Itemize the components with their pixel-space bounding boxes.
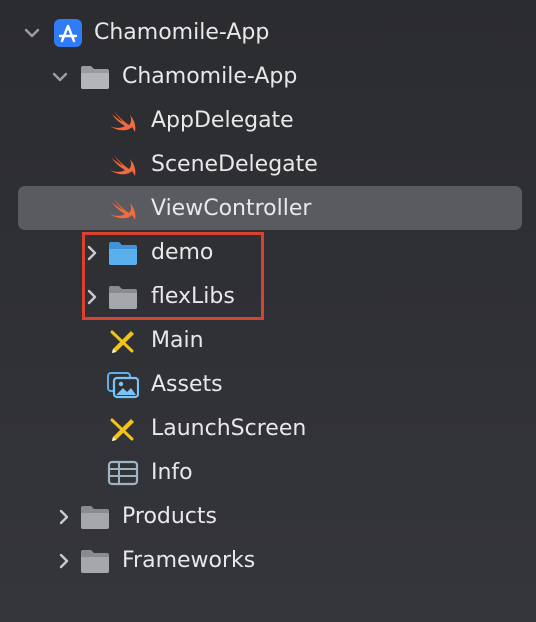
- resource-label: Assets: [151, 372, 223, 397]
- group-main-label: Chamomile-App: [122, 64, 298, 89]
- xcode-project-icon: [54, 19, 82, 47]
- chevron-right-icon[interactable]: [54, 551, 74, 571]
- file-label: SceneDelegate: [151, 152, 318, 177]
- tree-row-info[interactable]: Info: [0, 451, 536, 495]
- folder-label: flexLibs: [151, 284, 235, 309]
- file-label: AppDelegate: [151, 108, 294, 133]
- swift-icon: [110, 155, 136, 176]
- folder-icon: [81, 550, 109, 573]
- chevron-right-icon[interactable]: [82, 243, 102, 263]
- tree-row-flexlibs[interactable]: flexLibs: [0, 275, 536, 319]
- folder-icon: [81, 66, 109, 89]
- folder-icon: [109, 242, 137, 265]
- resource-label: Info: [151, 460, 193, 485]
- swift-icon: [110, 111, 136, 132]
- folder-icon: [109, 286, 137, 309]
- storyboard-icon: [110, 330, 134, 353]
- folder-icon: [81, 506, 109, 529]
- file-label: ViewController: [151, 196, 312, 221]
- tree-row-appdelegate[interactable]: AppDelegate: [0, 99, 536, 143]
- tree-row-main-storyboard[interactable]: Main: [0, 319, 536, 363]
- tree-row-products[interactable]: Products: [0, 495, 536, 539]
- tree-row-frameworks[interactable]: Frameworks: [0, 539, 536, 583]
- project-label: Chamomile-App: [94, 20, 270, 45]
- tree-row-scenedelegate[interactable]: SceneDelegate: [0, 143, 536, 187]
- folder-label: demo: [151, 240, 214, 265]
- chevron-right-icon[interactable]: [82, 287, 102, 307]
- resource-label: Main: [151, 328, 204, 353]
- chevron-right-icon[interactable]: [54, 507, 74, 527]
- group-label: Products: [122, 504, 217, 529]
- chevron-down-icon[interactable]: [50, 67, 70, 87]
- tree-row-project[interactable]: Chamomile-App: [0, 11, 536, 55]
- asset-catalog-icon: [107, 372, 139, 399]
- resource-label: LaunchScreen: [151, 416, 307, 441]
- tree-row-viewcontroller[interactable]: ViewController: [0, 187, 536, 231]
- tree-row-demo[interactable]: demo: [0, 231, 536, 275]
- tree-row-assets[interactable]: Assets: [0, 363, 536, 407]
- storyboard-icon: [110, 418, 134, 441]
- swift-icon: [110, 199, 136, 220]
- tree-row-group-main[interactable]: Chamomile-App: [0, 55, 536, 99]
- plist-table-icon: [107, 460, 139, 486]
- chevron-down-icon[interactable]: [22, 23, 42, 43]
- group-label: Frameworks: [122, 548, 256, 573]
- tree-row-launchscreen[interactable]: LaunchScreen: [0, 407, 536, 451]
